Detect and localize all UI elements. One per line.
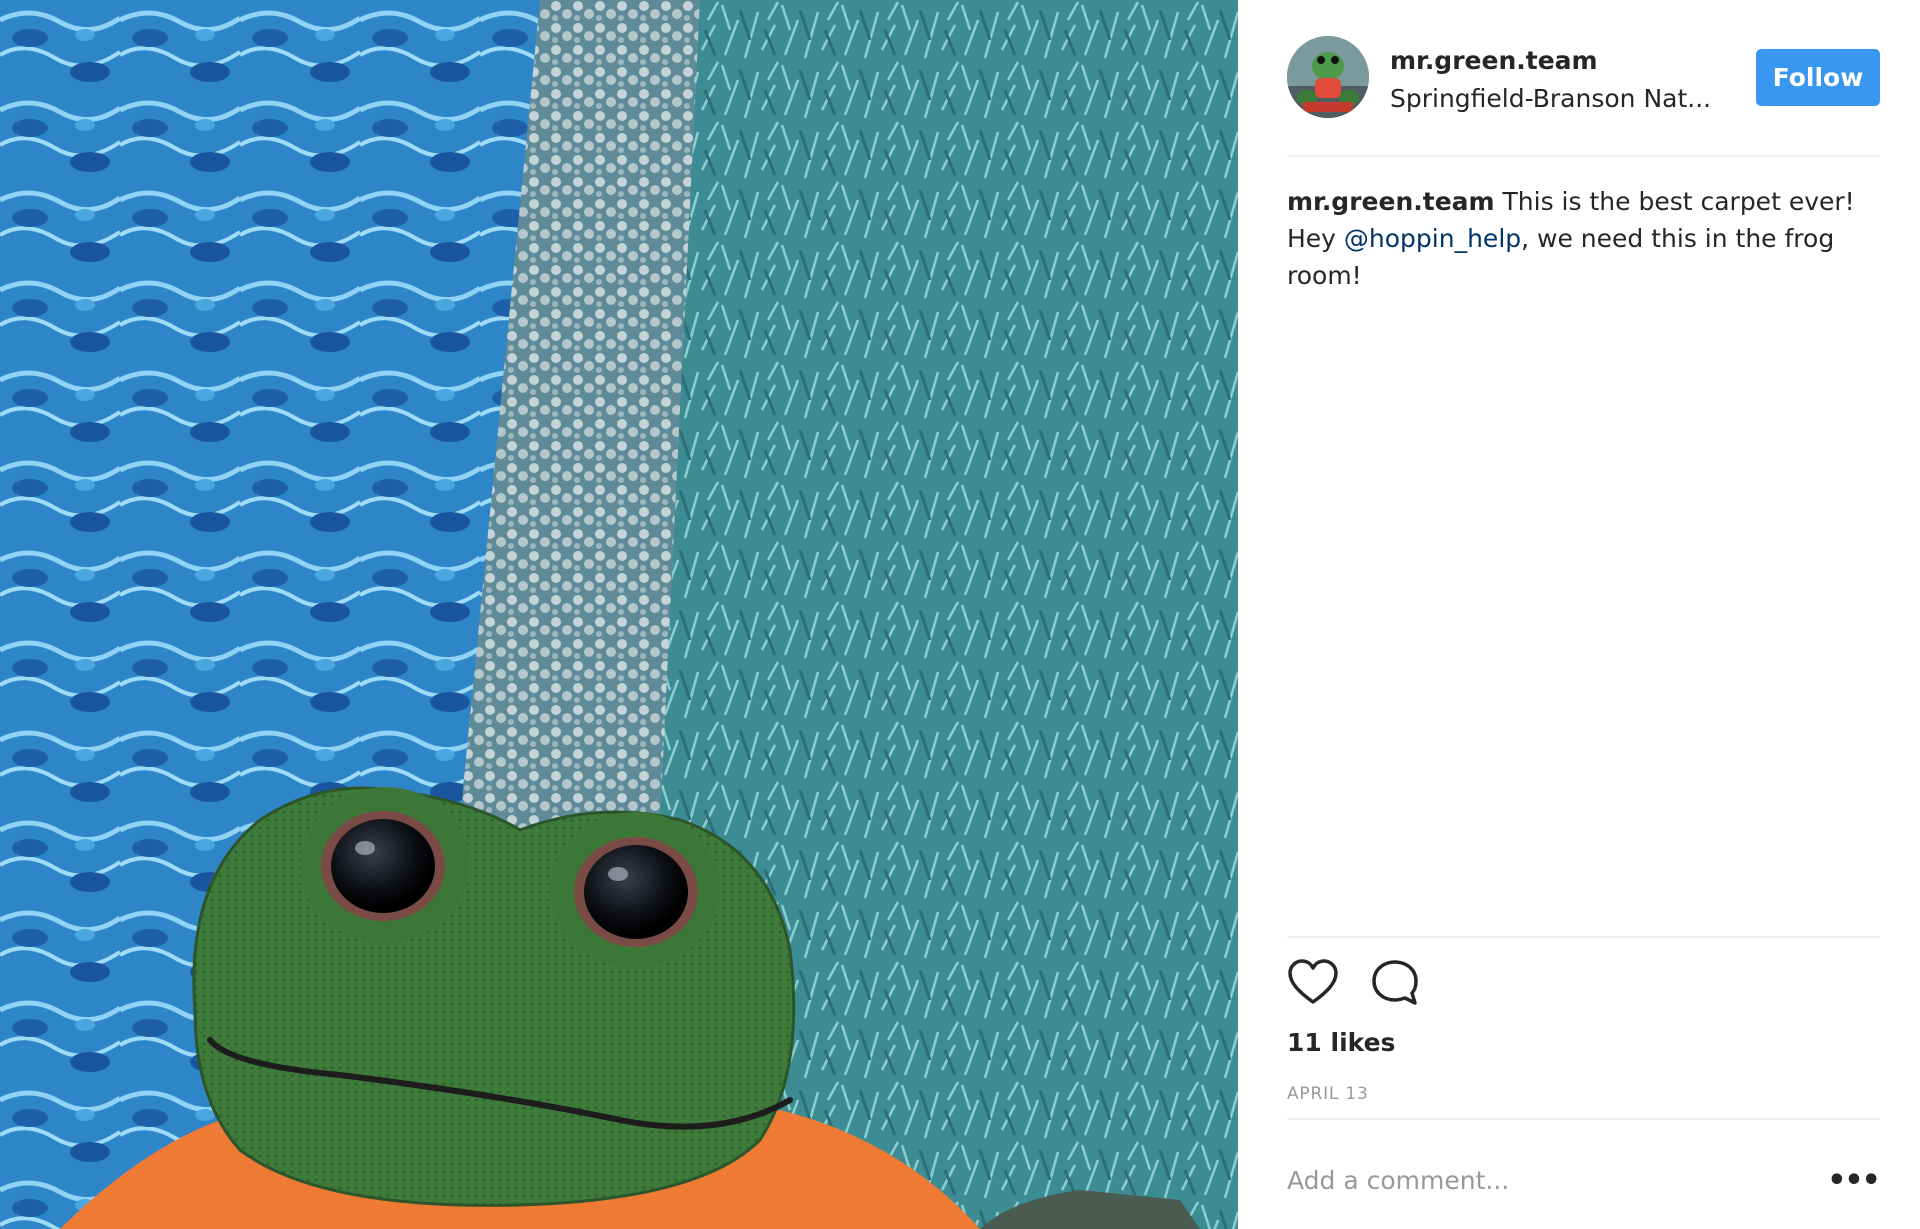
likes-count[interactable]: 11 likes xyxy=(1287,1028,1395,1057)
follow-button[interactable]: Follow xyxy=(1756,49,1880,106)
header-location[interactable]: Springfield-Branson Nat... xyxy=(1390,84,1711,113)
post-date[interactable]: APRIL 13 xyxy=(1287,1084,1369,1104)
comment-button[interactable] xyxy=(1369,958,1421,1008)
heart-icon xyxy=(1288,959,1338,1004)
ellipsis-icon: ••• xyxy=(1827,1163,1881,1198)
caption-mention-link[interactable]: @hoppin_help xyxy=(1344,224,1521,253)
post-photo[interactable] xyxy=(0,0,1238,1229)
comment-bubble-icon xyxy=(1372,960,1418,1005)
instagram-post: mr.green.team Springfield-Branson Nat...… xyxy=(0,0,1920,1229)
avatar[interactable] xyxy=(1287,36,1369,118)
actions-divider xyxy=(1287,936,1880,938)
frog-carpet-image xyxy=(0,0,1238,1229)
post-side-panel: mr.green.team Springfield-Branson Nat...… xyxy=(1238,0,1920,1229)
post-header: mr.green.team Springfield-Branson Nat...… xyxy=(1287,36,1880,120)
avatar-frog-icon xyxy=(1287,36,1369,118)
comment-divider xyxy=(1287,1118,1880,1120)
add-comment-input[interactable] xyxy=(1287,1158,1807,1202)
like-button[interactable] xyxy=(1287,958,1339,1008)
header-divider xyxy=(1287,155,1880,157)
more-options-button[interactable]: ••• xyxy=(1826,1163,1881,1199)
caption-username[interactable]: mr.green.team xyxy=(1287,187,1495,216)
post-caption: mr.green.team This is the best carpet ev… xyxy=(1287,183,1867,294)
header-username[interactable]: mr.green.team xyxy=(1390,46,1598,75)
